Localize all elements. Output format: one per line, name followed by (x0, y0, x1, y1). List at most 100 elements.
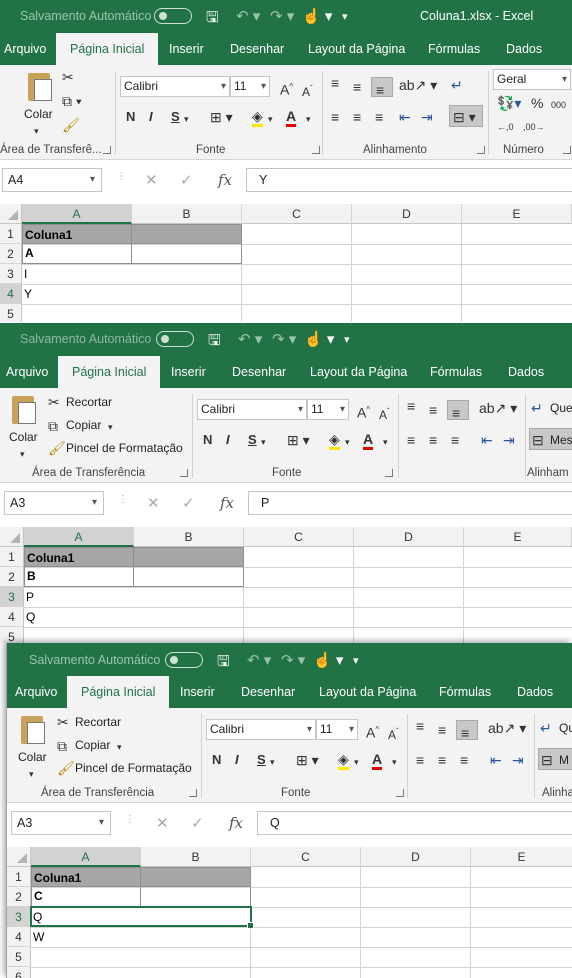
decrease-decimal-icon[interactable]: ,00→ (523, 119, 545, 135)
align-center-icon[interactable]: ≡ (429, 432, 437, 448)
customize-qat-icon[interactable]: ▾ (342, 10, 348, 23)
fill-color-icon[interactable]: ◈ (252, 108, 263, 127)
cell-a4[interactable]: Q (24, 607, 134, 627)
copy-icon[interactable]: ⧉ (48, 418, 58, 434)
table-header-cell-b[interactable] (131, 224, 242, 244)
cell-a4[interactable]: Y (22, 284, 132, 304)
font-name-combo[interactable]: Calibri (197, 399, 307, 420)
increase-font-icon[interactable]: A^ (366, 722, 379, 741)
format-painter-icon[interactable]: 🖌 (62, 117, 80, 133)
bold-button[interactable]: N (212, 752, 221, 767)
format-painter-icon[interactable]: 🖌 (57, 760, 75, 776)
row-header-5[interactable]: 5 (0, 304, 22, 322)
tab-arquivo[interactable]: Arquivo (4, 33, 46, 65)
enter-formula-button[interactable]: ✓ (191, 814, 204, 832)
decrease-font-icon[interactable]: Aˇ (302, 81, 313, 100)
bold-button[interactable]: N (203, 432, 212, 447)
save-icon[interactable]: 🖫 (208, 330, 221, 355)
touch-mode-icon[interactable]: ☝ ▾ (313, 651, 343, 669)
column-header-e[interactable]: E (462, 204, 572, 224)
font-launcher-icon[interactable] (385, 469, 393, 477)
fill-color-dropdown-icon[interactable]: ▾ (345, 434, 350, 450)
table-header-cell[interactable]: Coluna1 (24, 547, 134, 567)
align-top-icon[interactable]: ≡ (407, 398, 415, 414)
row-header-3[interactable]: 3 (0, 587, 24, 607)
tab-dados[interactable]: Dados (506, 33, 542, 65)
wrap-text-button[interactable]: Que (550, 401, 572, 415)
font-color-dropdown-icon[interactable]: ▾ (306, 111, 311, 127)
tab-formulas[interactable]: Fórmulas (439, 676, 491, 708)
customize-qat-icon[interactable]: ▾ (353, 654, 359, 667)
column-header-a[interactable]: A (31, 847, 141, 867)
row-header-4[interactable]: 4 (0, 284, 22, 304)
underline-dropdown-icon[interactable]: ▾ (261, 434, 266, 450)
formula-input[interactable]: Q (257, 811, 572, 835)
tab-inserir[interactable]: Inserir (171, 356, 206, 388)
tab-pagina-inicial[interactable]: Página Inicial (58, 356, 161, 388)
cancel-formula-button[interactable]: ✕ (145, 171, 158, 189)
row-header-4[interactable]: 4 (0, 607, 24, 627)
copy-icon[interactable]: ⧉ ▾ (62, 93, 82, 109)
underline-dropdown-icon[interactable]: ▾ (184, 111, 189, 127)
formula-input[interactable]: Y (246, 168, 572, 192)
column-header-a[interactable]: A (24, 527, 134, 547)
table-header-cell[interactable]: Coluna1 (31, 867, 141, 887)
increase-font-icon[interactable]: A^ (280, 79, 293, 98)
column-header-d[interactable]: D (361, 847, 471, 867)
fill-color-icon[interactable]: ◈ (338, 751, 349, 770)
undo-icon[interactable]: ↶ ▾ (236, 7, 260, 25)
align-bottom-button[interactable]: ≡ (456, 720, 478, 741)
format-painter-button[interactable]: Pincel de Formatação (75, 761, 192, 775)
save-icon[interactable]: 🖫 (206, 7, 219, 32)
orientation-icon[interactable]: ab↗ ▾ (399, 77, 437, 93)
borders-icon[interactable]: ⊞ ▾ (296, 752, 319, 768)
align-center-icon[interactable]: ≡ (353, 109, 361, 125)
tab-formulas[interactable]: Fórmulas (428, 33, 480, 65)
underline-button[interactable]: S (257, 752, 266, 767)
paste-icon[interactable] (12, 396, 36, 424)
orientation-icon[interactable]: ab↗ ▾ (488, 720, 526, 736)
tab-desenhar[interactable]: Desenhar (230, 33, 284, 65)
customize-qat-icon[interactable]: ▾ (344, 333, 350, 346)
italic-button[interactable]: I (226, 432, 230, 447)
cancel-formula-button[interactable]: ✕ (156, 814, 169, 832)
redo-icon[interactable]: ↷ ▾ (281, 651, 305, 669)
cut-icon[interactable]: ✂ (62, 69, 74, 85)
name-box[interactable]: A4 (2, 168, 102, 192)
active-cell-outline[interactable] (30, 906, 254, 929)
wrap-text-icon[interactable]: ↵ (451, 77, 463, 93)
italic-button[interactable]: I (149, 109, 153, 124)
font-launcher-icon[interactable] (312, 146, 320, 154)
paste-icon[interactable] (21, 716, 45, 744)
align-top-icon[interactable]: ≡ (416, 718, 424, 734)
table-header-cell-b[interactable] (133, 547, 244, 567)
select-all-button[interactable] (0, 527, 24, 547)
alignment-launcher-icon[interactable] (477, 146, 485, 154)
accounting-format-icon[interactable]: 💱▾ (497, 95, 521, 111)
tab-pagina-inicial[interactable]: Página Inicial (56, 33, 159, 65)
worksheet-grid[interactable]: A B C D E 1 2 3 4 5 Coluna1 A I Y (0, 204, 572, 322)
font-color-icon[interactable]: A (363, 431, 374, 450)
tab-desenhar[interactable]: Desenhar (232, 356, 286, 388)
align-left-icon[interactable]: ≡ (416, 752, 424, 768)
paste-dropdown-icon[interactable]: ▾ (20, 446, 25, 462)
clipboard-launcher-icon[interactable] (180, 469, 188, 477)
cell-b2[interactable] (140, 886, 251, 907)
font-name-combo[interactable]: Calibri (120, 76, 230, 97)
copy-icon[interactable]: ⧉ (57, 738, 67, 754)
column-header-b[interactable]: B (132, 204, 242, 224)
font-color-icon[interactable]: A (286, 108, 297, 127)
align-right-icon[interactable]: ≡ (451, 432, 459, 448)
table-header-cell[interactable]: Coluna1 (22, 224, 132, 244)
align-top-icon[interactable]: ≡ (331, 75, 339, 91)
decrease-indent-icon[interactable]: ⇤ (399, 109, 411, 125)
undo-icon[interactable]: ↶ ▾ (238, 330, 262, 348)
percent-icon[interactable]: % (531, 95, 543, 111)
underline-button[interactable]: S (248, 432, 257, 447)
insert-function-button[interactable]: fx (220, 494, 234, 512)
borders-icon[interactable]: ⊞ ▾ (210, 109, 233, 125)
clipboard-launcher-icon[interactable] (103, 146, 111, 154)
cell-a2[interactable]: C (31, 886, 141, 907)
paste-dropdown-icon[interactable]: ▾ (29, 766, 34, 782)
number-format-combo[interactable]: Geral (493, 69, 571, 90)
